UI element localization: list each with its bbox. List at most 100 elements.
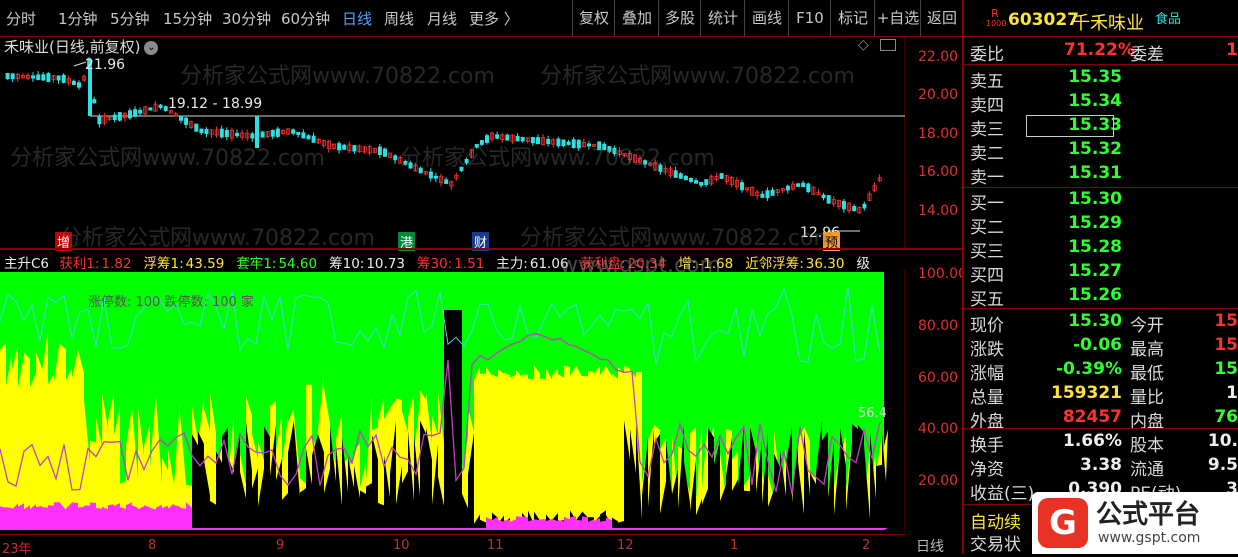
candle-body xyxy=(673,170,678,178)
overlay-button[interactable]: 叠加 xyxy=(614,0,659,36)
candle-body xyxy=(556,138,561,147)
candle-body xyxy=(576,139,581,149)
candle-body xyxy=(602,143,607,151)
bid-row[interactable]: 买二 15.29 xyxy=(964,213,1238,238)
date-label: 1 xyxy=(730,538,739,553)
date-label: 2 xyxy=(862,538,871,553)
quote-panel: R 1000 603027 千禾味业 食品 委比 71.22% 委差 1 卖五 1… xyxy=(962,0,1238,554)
candle-body xyxy=(546,138,551,145)
candle-body xyxy=(530,137,535,144)
candle-body xyxy=(377,146,382,155)
candle-body xyxy=(408,162,413,169)
candle-body xyxy=(97,116,102,125)
candle-body xyxy=(5,72,10,80)
bid-row[interactable]: 买四 15.27 xyxy=(964,261,1238,286)
order-level-label: 卖一 xyxy=(970,168,1004,188)
period-tab-weekly[interactable]: 周线 xyxy=(384,8,414,29)
ask-row[interactable]: 卖一 15.31 xyxy=(964,163,1238,188)
mark-button[interactable]: 标记 xyxy=(830,0,875,36)
more-periods-button[interactable]: 更多 〉 xyxy=(469,8,519,29)
period-tab-fenshi[interactable]: 分时 xyxy=(6,8,36,29)
candle-body xyxy=(862,203,867,209)
draw-line-button[interactable]: 画线 xyxy=(744,0,789,36)
candle-body xyxy=(41,74,46,81)
candle-body xyxy=(520,136,525,142)
ask-row[interactable]: 卖二 15.32 xyxy=(964,139,1238,164)
ask-row[interactable]: 卖四 15.34 xyxy=(964,91,1238,116)
price-axis-label: 14.00 xyxy=(918,203,959,219)
stat-row: 涨幅 -0.39% 最低 15 xyxy=(964,359,1238,384)
candle-body xyxy=(459,166,464,172)
candle-body xyxy=(36,74,41,80)
candle-body xyxy=(719,173,724,179)
back-button[interactable]: 返回 xyxy=(920,0,963,36)
order-level-label: 卖四 xyxy=(970,96,1004,116)
bid-row[interactable]: 买五 15.26 xyxy=(964,285,1238,310)
multi-stock-button[interactable]: 多股 xyxy=(658,0,701,36)
stat-value: -0.39% xyxy=(1055,359,1122,379)
period-tab-daily[interactable]: 日线 xyxy=(342,8,372,29)
stat-value: -0.06 xyxy=(1073,335,1122,355)
candle-body xyxy=(158,104,163,108)
ask-row[interactable]: 卖三 15.33 xyxy=(964,115,1238,140)
period-tab-60min[interactable]: 60分钟 xyxy=(281,8,330,29)
candle-body xyxy=(444,179,449,184)
stat-label: 净资 xyxy=(970,460,1004,480)
ask-row[interactable]: 卖五 15.35 xyxy=(964,67,1238,92)
toolbar: 分时 1分钟 5分钟 15分钟 30分钟 60分钟 日线 周线 月线 更多 〉 … xyxy=(0,0,962,37)
candle-body xyxy=(296,132,301,135)
stat-value: 15 xyxy=(1214,311,1238,331)
candle-body xyxy=(337,143,342,151)
candle-body xyxy=(224,130,229,138)
candle-body xyxy=(46,73,51,82)
candle-body xyxy=(464,159,469,164)
bid-row[interactable]: 买一 15.30 xyxy=(964,189,1238,214)
selected-price-box xyxy=(1026,115,1114,137)
f10-button[interactable]: F10 xyxy=(788,0,831,36)
period-tab-1min[interactable]: 1分钟 xyxy=(58,8,98,29)
period-tab-5min[interactable]: 5分钟 xyxy=(110,8,150,29)
candle-body xyxy=(536,137,541,145)
weibi-label: 委比 xyxy=(970,45,1004,65)
candle-body xyxy=(92,99,97,104)
order-level-label: 卖五 xyxy=(970,72,1004,92)
candle-body xyxy=(133,109,138,117)
stat-label: 今开 xyxy=(1130,316,1164,336)
price-chart[interactable] xyxy=(0,36,905,248)
high-annotation: 21.96 xyxy=(85,57,126,73)
period-tab-monthly[interactable]: 月线 xyxy=(427,8,457,29)
period-tab-15min[interactable]: 15分钟 xyxy=(163,8,212,29)
fuquan-button[interactable]: 复权 xyxy=(572,0,615,36)
stat-row: 总量 159321 量比 1 xyxy=(964,383,1238,408)
date-label: 8 xyxy=(148,538,157,553)
order-level-label: 买一 xyxy=(970,194,1004,214)
bid-row[interactable]: 买三 15.28 xyxy=(964,237,1238,262)
add-watchlist-button[interactable]: +自选 xyxy=(874,0,921,36)
order-price: 15.29 xyxy=(1068,213,1122,233)
candle-body xyxy=(204,128,209,135)
candle-body xyxy=(382,148,387,157)
candle-body xyxy=(117,112,122,121)
candle-body xyxy=(403,161,408,165)
stat-label: 最高 xyxy=(1130,340,1164,360)
stat-row: 现价 15.30 今开 15 xyxy=(964,311,1238,336)
panel-divider[interactable] xyxy=(0,248,962,250)
candle-body xyxy=(163,106,168,112)
industry-tag[interactable]: 食品 xyxy=(1155,8,1181,27)
order-level-label: 卖二 xyxy=(970,144,1004,164)
candle-body xyxy=(235,132,240,137)
candle-body xyxy=(842,200,847,210)
period-tab-30min[interactable]: 30分钟 xyxy=(222,8,271,29)
candle-body xyxy=(821,194,826,199)
price-axis-label: 20.00 xyxy=(918,87,959,103)
candlestick-series xyxy=(5,56,882,214)
candle-body xyxy=(683,175,688,181)
order-level-label: 买二 xyxy=(970,218,1004,238)
stat-label: 最低 xyxy=(1130,364,1164,384)
weibi-row: 委比 71.22% 委差 1 xyxy=(964,40,1238,65)
stat-label: 流通 xyxy=(1130,460,1164,480)
statistics-button[interactable]: 统计 xyxy=(700,0,745,36)
candle-body xyxy=(56,75,61,81)
stat-label: 涨跌 xyxy=(970,340,1004,360)
candle-body xyxy=(428,171,433,179)
